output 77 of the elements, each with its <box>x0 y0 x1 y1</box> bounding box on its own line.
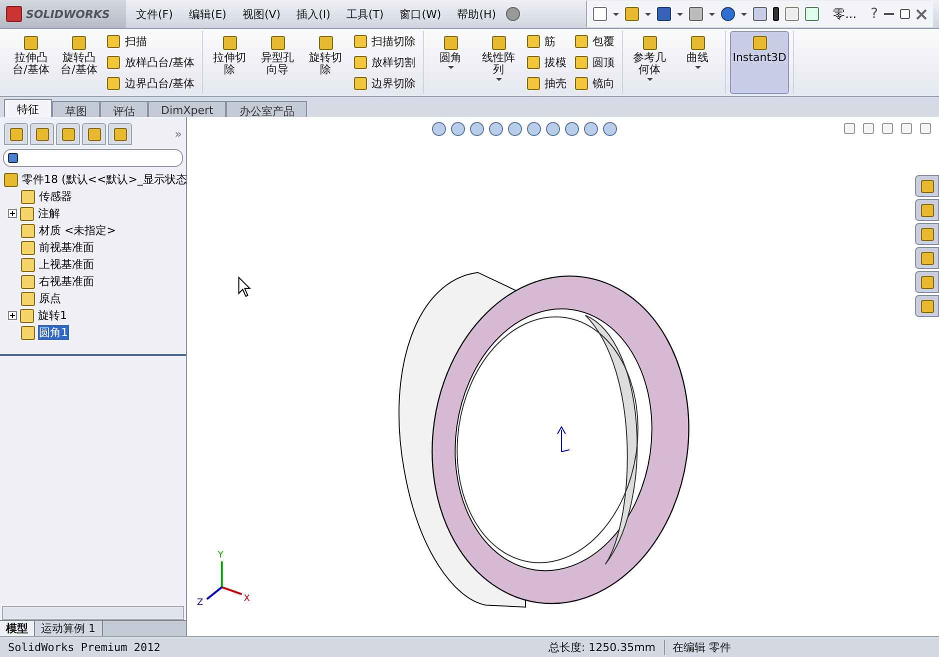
ribbon-button[interactable]: 旋转切除 <box>302 31 349 94</box>
menu-item[interactable]: 工具(T) <box>340 6 390 22</box>
maximize-icon <box>900 9 910 19</box>
task-pane-tab[interactable] <box>915 295 939 317</box>
tree-item[interactable]: 旋转1 <box>37 308 68 323</box>
panel-tab[interactable] <box>56 123 80 145</box>
tab[interactable]: 评估 <box>100 101 148 117</box>
ribbon-button[interactable]: 参考几何体 <box>626 31 673 94</box>
ribbon-button[interactable]: 抽壳 <box>526 76 567 91</box>
expand-button[interactable]: » <box>174 127 182 141</box>
tab[interactable]: 草图 <box>52 101 100 117</box>
tree-item[interactable]: 注解 <box>37 206 61 221</box>
tab[interactable]: 办公室产品 <box>226 101 308 117</box>
scrollbar[interactable] <box>2 606 184 620</box>
caret-icon[interactable] <box>677 12 684 16</box>
tree-item[interactable]: 材质 <未指定> <box>38 223 117 238</box>
caret-icon[interactable] <box>709 12 716 16</box>
tree-item[interactable]: 传感器 <box>38 189 73 204</box>
ribbon-button[interactable]: 拔模 <box>526 55 567 70</box>
panel-tab[interactable] <box>30 123 54 145</box>
triad-drawing: Y Z X <box>196 550 250 608</box>
task-pane-tab[interactable] <box>915 247 939 269</box>
menu-item[interactable]: 文件(F) <box>130 6 179 22</box>
tab[interactable]: 特征 <box>4 99 52 117</box>
tab[interactable]: DimXpert <box>148 101 226 117</box>
panel-tab[interactable] <box>108 123 132 145</box>
menu-item[interactable]: 编辑(E) <box>182 6 232 22</box>
tree-item[interactable]: 圆角1 <box>38 325 69 340</box>
menu-item[interactable]: 视图(V) <box>236 6 287 22</box>
caret-icon[interactable] <box>645 12 652 16</box>
ribbon-button[interactable]: 包覆 <box>574 34 615 49</box>
caret-icon[interactable] <box>613 12 620 16</box>
filter-field[interactable] <box>3 149 183 167</box>
origin-icon <box>557 426 570 452</box>
tree-item[interactable]: 右视基准面 <box>38 274 95 289</box>
ribbon-button[interactable]: 镜向 <box>574 76 615 91</box>
help-button[interactable]: ? <box>870 6 878 22</box>
ribbon-button[interactable]: 放样切割 <box>354 55 416 70</box>
cursor-icon <box>238 276 251 298</box>
tree-item[interactable]: 原点 <box>38 291 62 306</box>
menu-item[interactable]: 窗口(W) <box>394 6 448 22</box>
tree-item[interactable]: 上视基准面 <box>38 257 95 272</box>
ribbon-button[interactable]: Instant3D <box>730 31 790 94</box>
tab[interactable]: 模型 <box>0 621 35 636</box>
task-pane-tab[interactable] <box>915 223 939 245</box>
tab[interactable]: 运动算例 1 <box>35 621 102 636</box>
measurement-text: 总长度: 1250.35mm <box>547 640 656 654</box>
ribbon-button[interactable]: 线性阵列 <box>476 31 522 94</box>
ribbon-button[interactable]: 曲线 <box>674 31 721 94</box>
ribbon-button[interactable]: 圆角 <box>428 31 474 94</box>
ribbon-button[interactable]: 拉伸切除 <box>206 31 253 94</box>
ribbon-button[interactable]: 圆顶 <box>574 55 615 70</box>
tree-item[interactable]: 前视基准面 <box>38 240 95 255</box>
document-name: 零... <box>832 6 858 22</box>
ribbon-button[interactable]: 边界切除 <box>354 76 416 91</box>
panel-tab[interactable] <box>4 123 28 145</box>
ribbon-button[interactable]: 边界凸台/基体 <box>107 76 195 91</box>
logo-text: SOLIDWORKS <box>26 8 110 20</box>
product-name: SolidWorks Premium 2012 <box>7 640 162 654</box>
expand-icon[interactable] <box>8 311 17 320</box>
caret-icon[interactable] <box>741 12 748 16</box>
edit-mode-text: 在编辑 零件 <box>664 640 739 654</box>
ribbon-button[interactable]: 旋转凸台/基体 <box>56 31 102 94</box>
ribbon-button[interactable]: 筋 <box>526 34 567 49</box>
ribbon-button[interactable]: 拉伸凸台/基体 <box>8 31 54 94</box>
ribbon-button[interactable]: 扫描切除 <box>354 34 416 49</box>
expand-icon[interactable] <box>8 209 17 218</box>
tree-item[interactable]: 零件18 (默认<<默认>_显示状态 <box>21 172 188 187</box>
task-pane-tab[interactable] <box>915 175 939 197</box>
ribbon-button[interactable]: 放样凸台/基体 <box>107 55 195 70</box>
task-pane-tab[interactable] <box>915 271 939 293</box>
menu-item[interactable]: 插入(I) <box>290 6 336 22</box>
ribbon-button[interactable]: 异型孔向导 <box>254 31 301 94</box>
ribbon-button[interactable]: 扫描 <box>107 34 195 49</box>
panel-tab[interactable] <box>82 123 106 145</box>
task-pane-tab[interactable] <box>915 199 939 221</box>
menu-item[interactable]: 帮助(H) <box>451 6 502 22</box>
